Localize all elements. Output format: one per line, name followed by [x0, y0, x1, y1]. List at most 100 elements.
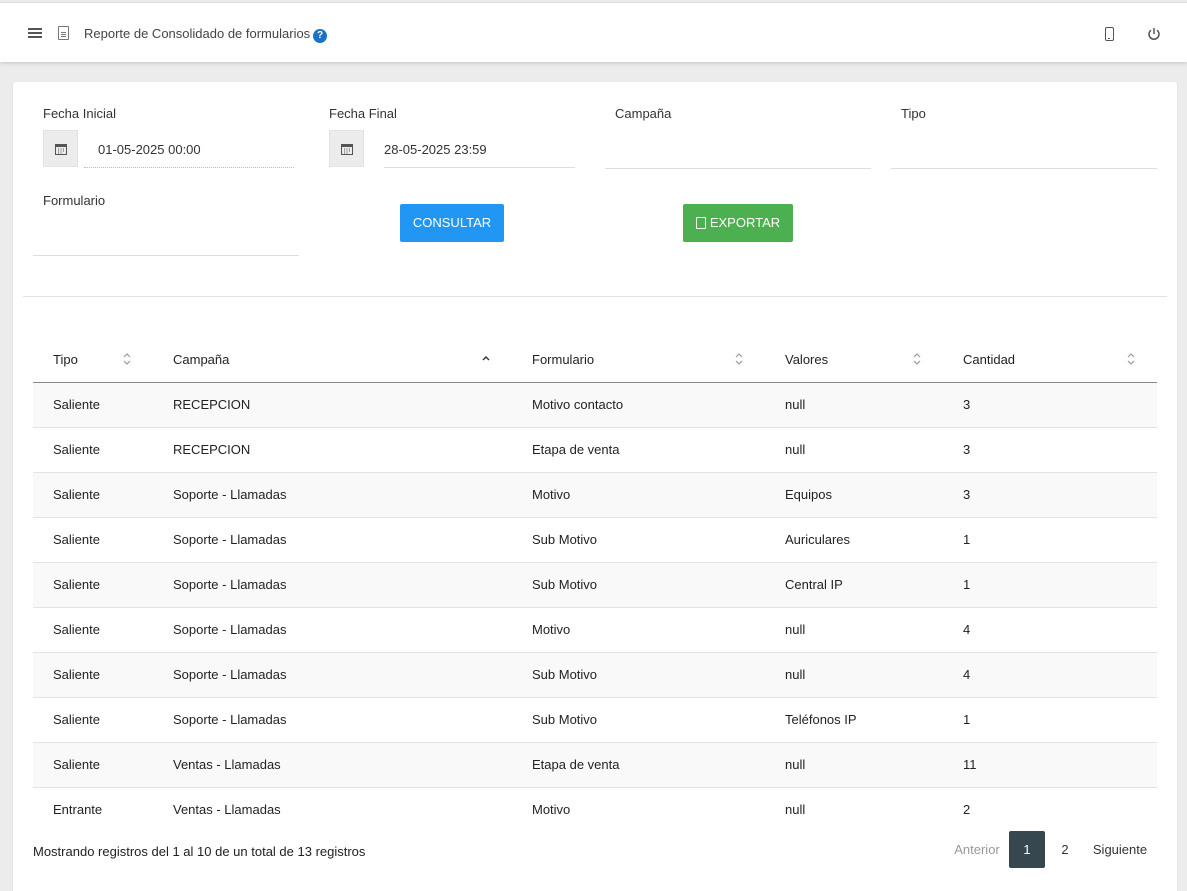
pagination-next[interactable]: Siguiente [1087, 831, 1153, 868]
cell-tipo: Entrante [53, 802, 103, 818]
sort-icon [913, 352, 921, 366]
menu-icon[interactable] [28, 28, 42, 39]
cell-formulario: Sub Motivo [512, 562, 765, 608]
cell-formulario: Motivo contacto [512, 382, 765, 428]
help-icon[interactable]: ? [313, 29, 327, 43]
top-bar: Reporte de Consolidado de formularios ? [0, 2, 1187, 62]
sort-icon [123, 352, 131, 366]
cell-cantidad: 1 [943, 517, 1157, 563]
cell-cantidad: 3 [943, 382, 1157, 428]
pagination-prev[interactable]: Anterior [949, 831, 1005, 868]
cell-cantidad: 4 [943, 652, 1157, 698]
excel-icon [695, 217, 706, 229]
cell-valores: Teléfonos IP [765, 697, 943, 743]
column-header-tipo[interactable]: Tipo [33, 338, 153, 383]
cell-campana: Soporte - Llamadas [153, 607, 512, 653]
calendar-icon [55, 144, 67, 155]
table-row: Saliente Soporte - Llamadas Motivo Equipos 3 [33, 472, 1157, 518]
fecha-final-underline [384, 167, 575, 168]
fecha-inicial-label: Fecha Inicial [43, 106, 116, 121]
pagination-info: Mostrando registros del 1 al 10 de un to… [33, 844, 366, 859]
campana-label: Campaña [615, 106, 672, 121]
fecha-final-label: Fecha Final [329, 106, 397, 121]
cell-formulario: Motivo [512, 607, 765, 653]
fecha-inicial-underline [84, 167, 294, 168]
formulario-label: Formulario [43, 193, 106, 208]
campana-select[interactable] [605, 168, 871, 169]
cell-cantidad: 1 [943, 562, 1157, 608]
cell-valores: null [765, 607, 943, 653]
cell-cantidad: 4 [943, 607, 1157, 653]
cell-tipo: Saliente [33, 562, 153, 608]
cell-campana: Soporte - Llamadas [153, 517, 512, 563]
column-header-label: Formulario [532, 352, 595, 368]
cell-campana: Soporte - Llamadas [153, 697, 512, 743]
cell-tipo: Saliente [33, 472, 153, 518]
report-icon [58, 26, 69, 40]
pagination-page-2[interactable]: 2 [1051, 831, 1079, 868]
pagination-page-1[interactable]: 1 [1009, 831, 1045, 868]
calendar-icon [341, 144, 353, 155]
cell-formulario: Motivo [532, 802, 571, 818]
cell-formulario: Sub Motivo [512, 652, 765, 698]
cell-valores: Equipos [765, 472, 943, 518]
tipo-select[interactable] [891, 168, 1157, 169]
cell-valores: Central IP [765, 562, 943, 608]
fecha-final-calendar-button[interactable] [329, 130, 364, 167]
table-body: Saliente RECEPCION Motivo contacto null 3 Sal… [33, 382, 1157, 832]
table-row: Saliente RECEPCION Etapa de venta null 3 [33, 427, 1157, 473]
cell-tipo: Saliente [33, 382, 153, 428]
cell-campana: Ventas - Llamadas [173, 802, 281, 818]
sort-icon [1127, 352, 1135, 366]
exportar-label: EXPORTAR [709, 215, 781, 230]
cell-cantidad: 2 [963, 802, 971, 818]
cell-campana: Soporte - Llamadas [153, 652, 512, 698]
table-row: Saliente Soporte - Llamadas Motivo null 4 [33, 607, 1157, 653]
cell-formulario: Etapa de venta [512, 427, 765, 473]
column-header-label: Campaña [173, 352, 230, 368]
fecha-final-input[interactable] [370, 131, 575, 167]
cell-formulario: Sub Motivo [512, 697, 765, 743]
column-header-formulario[interactable]: Formulario [512, 338, 765, 383]
cell-tipo: Saliente [33, 697, 153, 743]
fecha-inicial-input[interactable] [84, 131, 294, 167]
formulario-select[interactable] [33, 255, 299, 256]
cell-valores: null [765, 652, 943, 698]
table-header-row: Tipo Campaña Formulario Valores Cantidad [33, 338, 1157, 383]
exportar-button[interactable]: EXPORTAR [683, 204, 793, 242]
cell-cantidad: 11 [943, 742, 1157, 788]
cell-tipo: Saliente [33, 652, 153, 698]
power-icon[interactable] [1147, 27, 1161, 41]
fecha-inicial-calendar-button[interactable] [43, 130, 78, 167]
cell-tipo: Saliente [33, 607, 153, 653]
cell-campana: Soporte - Llamadas [153, 562, 512, 608]
consultar-button[interactable]: CONSULTAR [400, 204, 504, 242]
column-header-cantidad[interactable]: Cantidad [943, 338, 1157, 383]
column-header-label: Tipo [53, 352, 78, 368]
phone-icon[interactable] [1105, 27, 1114, 41]
table-row: Saliente Ventas - Llamadas Etapa de venta n… [33, 742, 1157, 788]
cell-tipo: Saliente [33, 742, 153, 788]
table-row: Saliente Soporte - Llamadas Sub Motivo Cent… [33, 562, 1157, 608]
sort-icon [735, 352, 743, 366]
cell-valores: null [765, 427, 943, 473]
table-row: Saliente RECEPCION Motivo contacto null 3 [33, 382, 1157, 428]
cell-formulario: Etapa de venta [512, 742, 765, 788]
column-header-campana[interactable]: Campaña [153, 338, 512, 383]
column-header-label: Cantidad [963, 352, 1016, 368]
cell-tipo: Saliente [33, 427, 153, 473]
cell-valores: null [765, 382, 943, 428]
cell-campana: RECEPCION [153, 427, 512, 473]
cell-formulario: Sub Motivo [512, 517, 765, 563]
cell-formulario: Motivo [512, 472, 765, 518]
table-row: Saliente Soporte - Llamadas Sub Motivo Telé… [33, 697, 1157, 743]
page-title: Reporte de Consolidado de formularios [84, 26, 311, 41]
tipo-label: Tipo [901, 106, 926, 121]
table-row: Saliente Soporte - Llamadas Sub Motivo Auri… [33, 517, 1157, 563]
sort-ascending-icon [482, 352, 490, 366]
cell-campana: RECEPCION [153, 382, 512, 428]
table-row: Saliente Soporte - Llamadas Sub Motivo null… [33, 652, 1157, 698]
cell-cantidad: 3 [943, 427, 1157, 473]
column-header-valores[interactable]: Valores [765, 338, 943, 383]
results-table: Tipo Campaña Formulario Valores Cantidad Sal… [33, 338, 1157, 832]
